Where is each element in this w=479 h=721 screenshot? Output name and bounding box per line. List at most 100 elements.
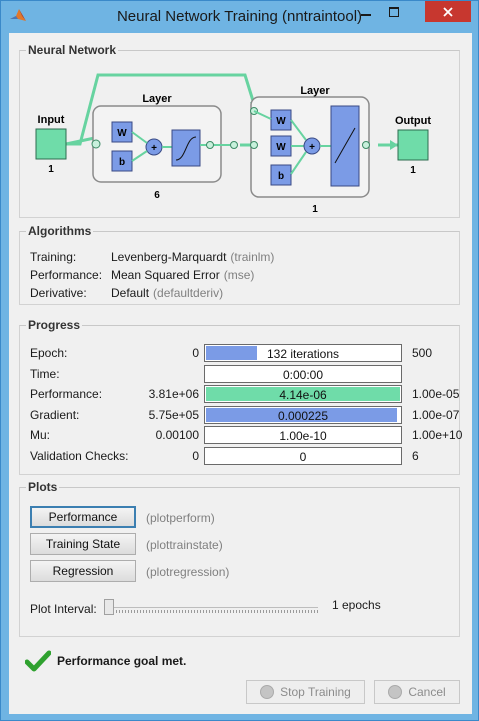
plot-regression-function: (plotregression) — [146, 565, 230, 579]
plot-training-state-button[interactable]: Training State — [30, 533, 136, 555]
nntraintool-window: Neural Network Training (nntraintool) Ne… — [0, 0, 479, 721]
plot-regression-button[interactable]: Regression — [30, 560, 136, 582]
progress-target-value: 6 — [412, 448, 419, 463]
output-size: 1 — [410, 165, 416, 176]
progress-row: Mu: 0.00100 1.00e-10 1.00e+10 — [30, 426, 462, 444]
algorithm-function: (trainlm) — [230, 250, 275, 264]
status-text: Performance goal met. — [57, 654, 187, 668]
input-block — [35, 128, 67, 160]
progress-target-value: 1.00e+10 — [412, 428, 463, 442]
plot-interval-slider[interactable] — [104, 599, 114, 615]
output-weight-label-2: W — [276, 142, 286, 153]
progress-start-value: 0 — [192, 448, 199, 463]
output-weight-label-1: W — [276, 116, 286, 127]
plot-performance-function: (plotperform) — [146, 511, 215, 525]
progress-label: Epoch: — [30, 346, 68, 360]
progress-bar: 4.14e-06 — [204, 385, 402, 403]
progress-label: Performance: — [30, 387, 103, 401]
progress-bar-text: 0 — [299, 449, 307, 464]
progress-bar: 0.000225 — [204, 405, 402, 424]
hidden-output-node — [206, 141, 214, 149]
progress-title: Progress — [26, 318, 83, 332]
minimize-icon — [361, 13, 371, 16]
algorithm-label: Training: — [30, 250, 77, 264]
output-layer-size: 1 — [312, 204, 318, 213]
plots-title: Plots — [26, 480, 60, 494]
cancel-label: Cancel — [408, 685, 446, 699]
progress-start-value: 5.75e+05 — [148, 407, 199, 422]
close-window-button[interactable] — [425, 1, 471, 22]
progress-bar: 0:00:00 — [204, 364, 402, 383]
neural-network-panel: Neural Network Input 1 Layer W b + 6 Lay… — [19, 43, 460, 218]
output-out-node — [362, 141, 370, 149]
algorithm-label: Derivative: — [30, 286, 87, 300]
output-layer-label: Layer — [300, 85, 330, 97]
maximize-button[interactable] — [381, 1, 407, 22]
progress-bar: 0 — [204, 446, 402, 465]
output-bias-label: b — [278, 171, 284, 182]
algorithms-title: Algorithms — [26, 224, 94, 238]
plots-panel: Plots Performance (plotperform) Training… — [19, 480, 460, 637]
hidden-bias-label: b — [119, 157, 125, 168]
progress-start-value: 0 — [192, 346, 199, 360]
progress-label: Time: — [30, 366, 60, 381]
output-label: Output — [395, 115, 431, 127]
algorithm-value: Mean Squared Error — [111, 268, 220, 282]
progress-bar-text: 0.000225 — [277, 408, 329, 423]
maximize-icon — [389, 6, 399, 17]
output-block — [397, 129, 429, 161]
algorithm-label: Performance: — [30, 268, 103, 282]
output-sum-label: + — [309, 142, 315, 153]
plot-training-state-function: (plottrainstate) — [146, 538, 223, 552]
algorithms-panel: Algorithms Training: Levenberg-Marquardt… — [19, 224, 460, 305]
cancel-icon — [388, 685, 403, 699]
minimize-button[interactable] — [353, 1, 379, 22]
algorithm-function: (mse) — [223, 268, 255, 282]
progress-bar-text: 1.00e-10 — [279, 429, 327, 443]
progress-label: Mu: — [30, 428, 51, 442]
stop-training-label: Stop Training — [280, 685, 351, 699]
progress-row: Epoch: 0 132 iterations 500 — [30, 344, 455, 362]
algorithm-value: Levenberg-Marquardt — [111, 250, 227, 264]
cancel-button[interactable]: Cancel — [374, 680, 460, 704]
algorithm-value: Default — [111, 286, 150, 300]
progress-bar-text: 4.14e-06 — [279, 388, 327, 402]
progress-start-value: 0.00100 — [155, 428, 199, 442]
hidden-sum-label: + — [151, 143, 157, 154]
progress-bar: 132 iterations — [204, 344, 402, 362]
progress-row: Time: 0:00:00 — [30, 364, 455, 383]
hidden-weight-label: W — [117, 128, 127, 139]
hidden-out-node — [230, 141, 238, 149]
progress-bar-text: 0:00:00 — [282, 367, 324, 382]
progress-row: Validation Checks: 0 0 6 — [30, 446, 455, 465]
stop-icon — [260, 685, 275, 699]
progress-target-value: 500 — [412, 346, 433, 360]
progress-label: Gradient: — [30, 407, 80, 422]
progress-row: Performance: 3.81e+06 4.14e-06 1.00e-05 — [30, 385, 459, 403]
progress-row: Gradient: 5.75e+05 0.000225 1.00e-07 — [30, 405, 459, 424]
input-label: Input — [38, 114, 65, 126]
plot-interval-label: Plot Interval: — [30, 602, 97, 616]
checkmark-icon — [25, 650, 51, 672]
network-diagram: Input 1 Layer W b + 6 Layer W W b + 1 Ou… — [35, 73, 431, 213]
progress-label: Validation Checks: — [30, 448, 129, 463]
progress-target-value: 1.00e-05 — [412, 387, 460, 401]
algorithm-function: (defaultderiv) — [153, 286, 224, 300]
plot-interval-ticks — [104, 610, 318, 613]
input-size: 1 — [48, 164, 54, 175]
title-bar[interactable]: Neural Network Training (nntraintool) — [1, 1, 478, 33]
progress-panel: Progress Epoch: 0 132 iterations 500 Time: 0:… — [19, 318, 462, 475]
progress-bar: 1.00e-10 — [204, 426, 402, 444]
hidden-size: 6 — [154, 190, 160, 201]
plot-interval-value: 1 epochs — [332, 598, 381, 612]
stop-training-button[interactable]: Stop Training — [246, 680, 365, 704]
output-input-node — [250, 141, 258, 149]
progress-bar-text: 132 iterations — [266, 347, 340, 361]
hidden-input-node — [91, 139, 101, 149]
progress-target-value: 1.00e-07 — [412, 407, 460, 422]
output-arrowhead — [390, 140, 398, 150]
plot-performance-button[interactable]: Performance — [30, 506, 136, 528]
hidden-layer-label: Layer — [142, 93, 172, 105]
progress-start-value: 3.81e+06 — [148, 387, 199, 401]
client-area: Neural Network Input 1 Layer W b + 6 Lay… — [9, 33, 472, 714]
